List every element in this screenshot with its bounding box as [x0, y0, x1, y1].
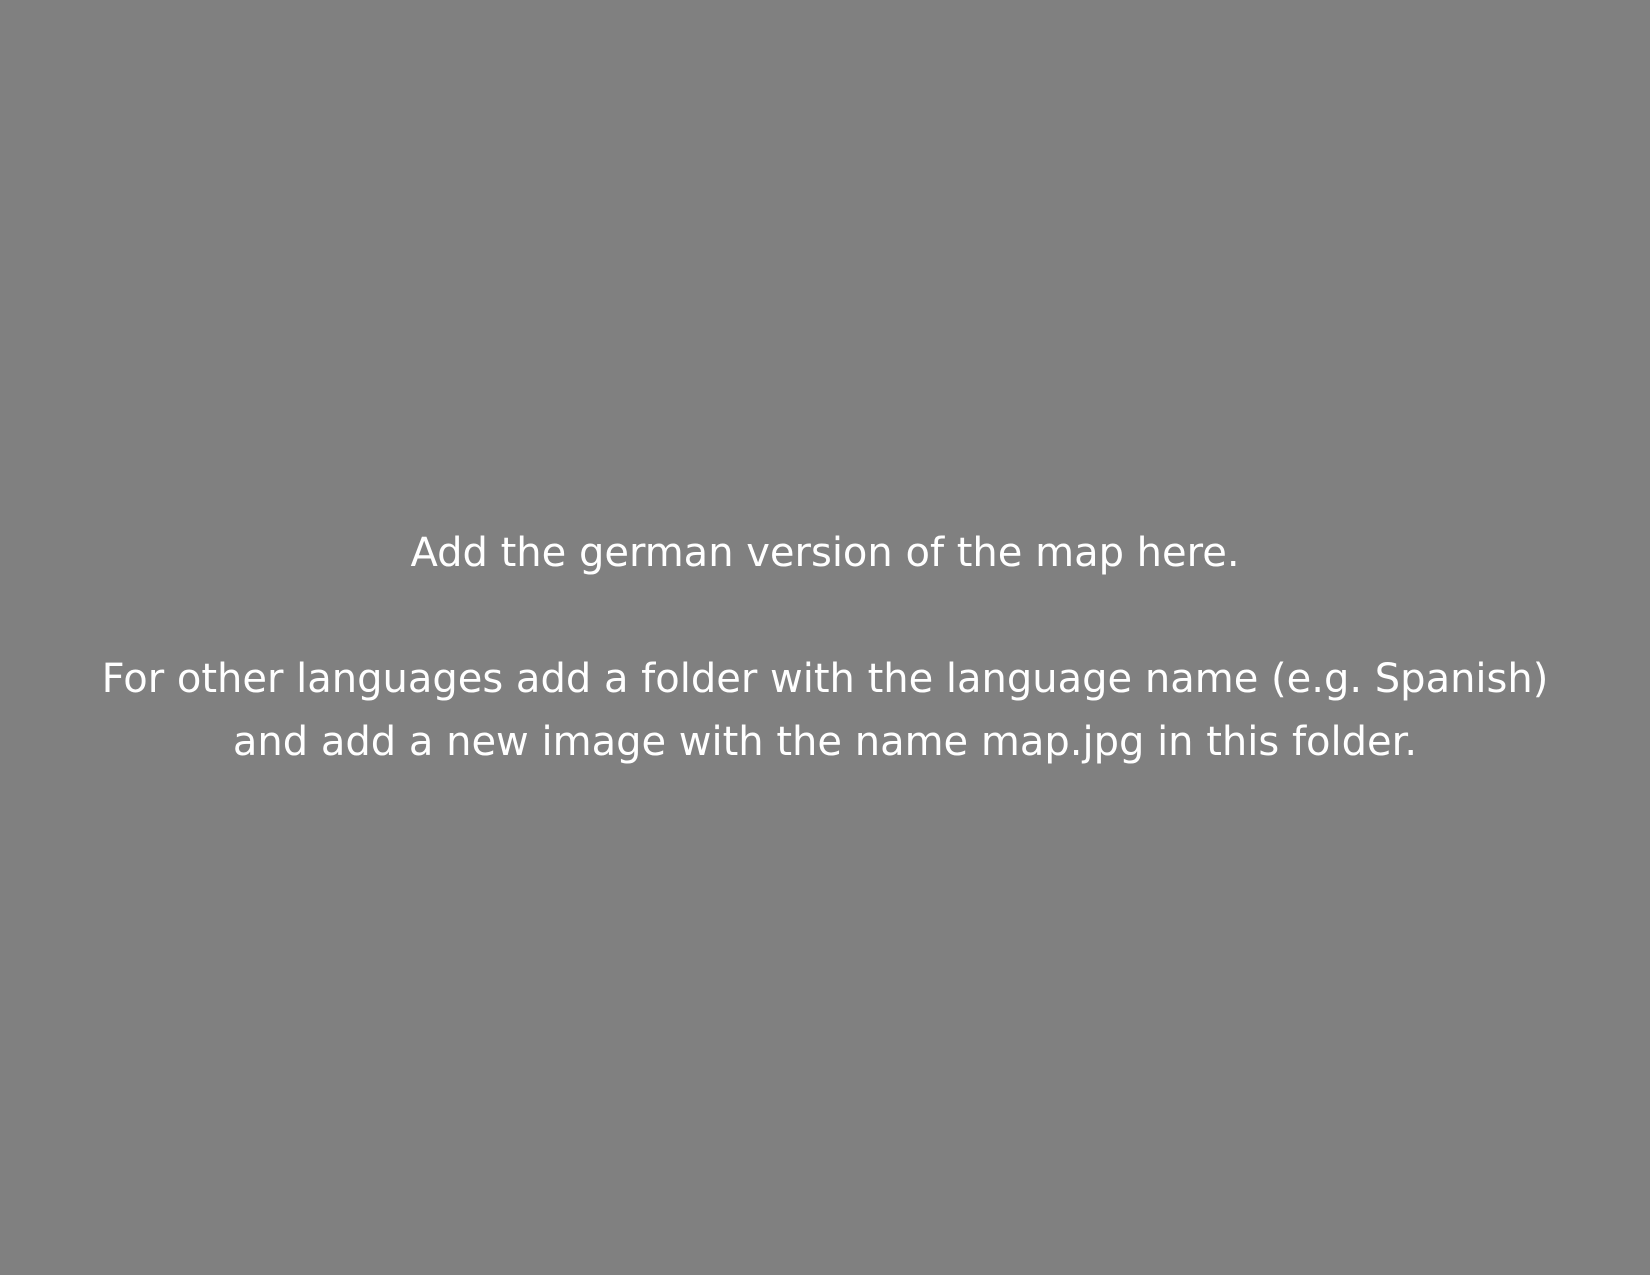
placeholder-line-1: Add the german version of the map here.	[410, 530, 1240, 576]
placeholder-message: Add the german version of the map here. …	[0, 522, 1650, 774]
placeholder-line-3: and add a new image with the name map.jp…	[232, 719, 1418, 765]
placeholder-line-2: For other languages add a folder with th…	[101, 656, 1549, 702]
placeholder-spacer	[0, 585, 1650, 648]
map-placeholder-canvas: Add the german version of the map here. …	[0, 0, 1650, 1275]
